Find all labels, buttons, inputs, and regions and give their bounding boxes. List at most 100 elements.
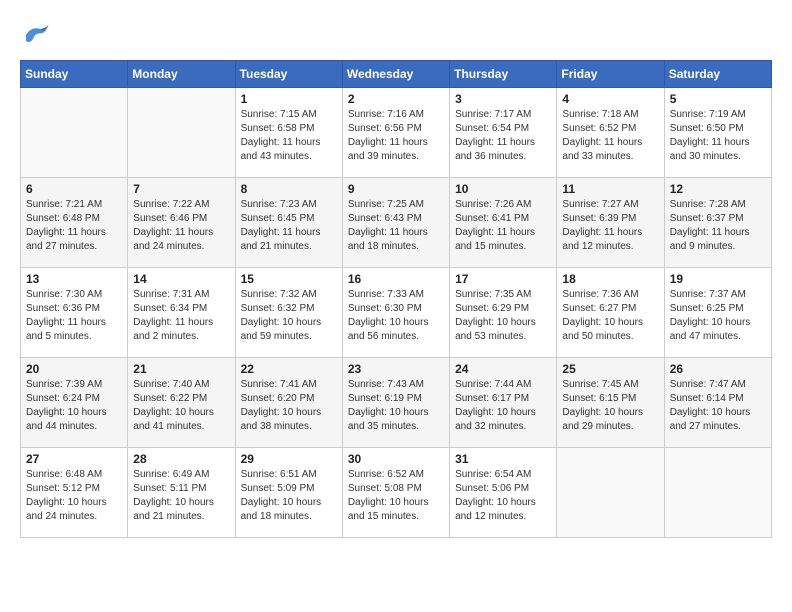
day-info: Sunrise: 7:40 AMSunset: 6:22 PMDaylight:… (133, 378, 229, 434)
day-info: Sunrise: 7:33 AMSunset: 6:30 PMDaylight:… (348, 288, 444, 344)
calendar-cell: 17 Sunrise: 7:35 AMSunset: 6:29 PMDaylig… (450, 268, 557, 358)
calendar-week-row: 13 Sunrise: 7:30 AMSunset: 6:36 PMDaylig… (21, 268, 772, 358)
day-number: 25 (562, 362, 658, 376)
day-number: 17 (455, 272, 551, 286)
day-number: 18 (562, 272, 658, 286)
day-info: Sunrise: 7:47 AMSunset: 6:14 PMDaylight:… (670, 378, 766, 434)
day-info: Sunrise: 7:32 AMSunset: 6:32 PMDaylight:… (241, 288, 337, 344)
calendar-cell: 22 Sunrise: 7:41 AMSunset: 6:20 PMDaylig… (235, 358, 342, 448)
day-info: Sunrise: 6:54 AMSunset: 5:06 PMDaylight:… (455, 468, 551, 524)
weekday-header: Friday (557, 61, 664, 88)
day-info: Sunrise: 7:31 AMSunset: 6:34 PMDaylight:… (133, 288, 229, 344)
day-number: 6 (26, 182, 122, 196)
day-number: 14 (133, 272, 229, 286)
calendar-cell: 11 Sunrise: 7:27 AMSunset: 6:39 PMDaylig… (557, 178, 664, 268)
calendar-cell: 2 Sunrise: 7:16 AMSunset: 6:56 PMDayligh… (342, 88, 449, 178)
day-number: 19 (670, 272, 766, 286)
day-number: 24 (455, 362, 551, 376)
calendar-cell: 12 Sunrise: 7:28 AMSunset: 6:37 PMDaylig… (664, 178, 771, 268)
calendar-week-row: 1 Sunrise: 7:15 AMSunset: 6:58 PMDayligh… (21, 88, 772, 178)
calendar-cell (21, 88, 128, 178)
calendar-cell (557, 448, 664, 538)
day-info: Sunrise: 7:27 AMSunset: 6:39 PMDaylight:… (562, 198, 658, 254)
weekday-header: Wednesday (342, 61, 449, 88)
day-info: Sunrise: 7:19 AMSunset: 6:50 PMDaylight:… (670, 108, 766, 164)
day-number: 22 (241, 362, 337, 376)
calendar-cell: 6 Sunrise: 7:21 AMSunset: 6:48 PMDayligh… (21, 178, 128, 268)
day-info: Sunrise: 6:49 AMSunset: 5:11 PMDaylight:… (133, 468, 229, 524)
day-info: Sunrise: 7:39 AMSunset: 6:24 PMDaylight:… (26, 378, 122, 434)
day-number: 8 (241, 182, 337, 196)
day-number: 12 (670, 182, 766, 196)
weekday-header: Sunday (21, 61, 128, 88)
weekday-header: Monday (128, 61, 235, 88)
calendar-cell: 28 Sunrise: 6:49 AMSunset: 5:11 PMDaylig… (128, 448, 235, 538)
calendar-cell: 10 Sunrise: 7:26 AMSunset: 6:41 PMDaylig… (450, 178, 557, 268)
calendar-cell: 9 Sunrise: 7:25 AMSunset: 6:43 PMDayligh… (342, 178, 449, 268)
logo-icon (20, 20, 50, 50)
day-number: 28 (133, 452, 229, 466)
day-number: 7 (133, 182, 229, 196)
weekday-header: Saturday (664, 61, 771, 88)
day-number: 27 (26, 452, 122, 466)
day-number: 16 (348, 272, 444, 286)
day-number: 3 (455, 92, 551, 106)
day-info: Sunrise: 6:52 AMSunset: 5:08 PMDaylight:… (348, 468, 444, 524)
calendar-cell: 25 Sunrise: 7:45 AMSunset: 6:15 PMDaylig… (557, 358, 664, 448)
day-info: Sunrise: 7:21 AMSunset: 6:48 PMDaylight:… (26, 198, 122, 254)
day-info: Sunrise: 7:23 AMSunset: 6:45 PMDaylight:… (241, 198, 337, 254)
calendar-cell: 24 Sunrise: 7:44 AMSunset: 6:17 PMDaylig… (450, 358, 557, 448)
calendar-cell: 1 Sunrise: 7:15 AMSunset: 6:58 PMDayligh… (235, 88, 342, 178)
calendar-cell (128, 88, 235, 178)
day-info: Sunrise: 7:28 AMSunset: 6:37 PMDaylight:… (670, 198, 766, 254)
day-number: 23 (348, 362, 444, 376)
calendar-week-row: 27 Sunrise: 6:48 AMSunset: 5:12 PMDaylig… (21, 448, 772, 538)
calendar-cell: 3 Sunrise: 7:17 AMSunset: 6:54 PMDayligh… (450, 88, 557, 178)
day-info: Sunrise: 7:36 AMSunset: 6:27 PMDaylight:… (562, 288, 658, 344)
day-number: 2 (348, 92, 444, 106)
calendar-cell: 31 Sunrise: 6:54 AMSunset: 5:06 PMDaylig… (450, 448, 557, 538)
day-info: Sunrise: 7:45 AMSunset: 6:15 PMDaylight:… (562, 378, 658, 434)
calendar-cell: 23 Sunrise: 7:43 AMSunset: 6:19 PMDaylig… (342, 358, 449, 448)
day-number: 1 (241, 92, 337, 106)
day-info: Sunrise: 7:44 AMSunset: 6:17 PMDaylight:… (455, 378, 551, 434)
calendar-cell: 5 Sunrise: 7:19 AMSunset: 6:50 PMDayligh… (664, 88, 771, 178)
calendar-cell: 15 Sunrise: 7:32 AMSunset: 6:32 PMDaylig… (235, 268, 342, 358)
calendar-cell: 27 Sunrise: 6:48 AMSunset: 5:12 PMDaylig… (21, 448, 128, 538)
calendar-cell: 13 Sunrise: 7:30 AMSunset: 6:36 PMDaylig… (21, 268, 128, 358)
calendar-cell: 7 Sunrise: 7:22 AMSunset: 6:46 PMDayligh… (128, 178, 235, 268)
day-info: Sunrise: 6:48 AMSunset: 5:12 PMDaylight:… (26, 468, 122, 524)
calendar-table: SundayMondayTuesdayWednesdayThursdayFrid… (20, 60, 772, 538)
calendar-cell: 4 Sunrise: 7:18 AMSunset: 6:52 PMDayligh… (557, 88, 664, 178)
calendar-cell: 18 Sunrise: 7:36 AMSunset: 6:27 PMDaylig… (557, 268, 664, 358)
day-info: Sunrise: 7:15 AMSunset: 6:58 PMDaylight:… (241, 108, 337, 164)
calendar-cell: 21 Sunrise: 7:40 AMSunset: 6:22 PMDaylig… (128, 358, 235, 448)
calendar-cell: 14 Sunrise: 7:31 AMSunset: 6:34 PMDaylig… (128, 268, 235, 358)
day-number: 21 (133, 362, 229, 376)
calendar-week-row: 6 Sunrise: 7:21 AMSunset: 6:48 PMDayligh… (21, 178, 772, 268)
weekday-header: Thursday (450, 61, 557, 88)
day-info: Sunrise: 7:30 AMSunset: 6:36 PMDaylight:… (26, 288, 122, 344)
day-info: Sunrise: 7:37 AMSunset: 6:25 PMDaylight:… (670, 288, 766, 344)
day-info: Sunrise: 7:16 AMSunset: 6:56 PMDaylight:… (348, 108, 444, 164)
calendar-cell: 16 Sunrise: 7:33 AMSunset: 6:30 PMDaylig… (342, 268, 449, 358)
day-number: 11 (562, 182, 658, 196)
calendar-cell: 30 Sunrise: 6:52 AMSunset: 5:08 PMDaylig… (342, 448, 449, 538)
day-number: 15 (241, 272, 337, 286)
calendar-cell (664, 448, 771, 538)
day-info: Sunrise: 7:25 AMSunset: 6:43 PMDaylight:… (348, 198, 444, 254)
day-number: 9 (348, 182, 444, 196)
day-info: Sunrise: 7:35 AMSunset: 6:29 PMDaylight:… (455, 288, 551, 344)
day-number: 13 (26, 272, 122, 286)
day-info: Sunrise: 7:26 AMSunset: 6:41 PMDaylight:… (455, 198, 551, 254)
day-info: Sunrise: 7:22 AMSunset: 6:46 PMDaylight:… (133, 198, 229, 254)
day-number: 29 (241, 452, 337, 466)
day-number: 30 (348, 452, 444, 466)
day-number: 4 (562, 92, 658, 106)
calendar-cell: 20 Sunrise: 7:39 AMSunset: 6:24 PMDaylig… (21, 358, 128, 448)
day-number: 5 (670, 92, 766, 106)
logo (20, 20, 54, 50)
weekday-header-row: SundayMondayTuesdayWednesdayThursdayFrid… (21, 61, 772, 88)
day-info: Sunrise: 6:51 AMSunset: 5:09 PMDaylight:… (241, 468, 337, 524)
calendar-cell: 19 Sunrise: 7:37 AMSunset: 6:25 PMDaylig… (664, 268, 771, 358)
